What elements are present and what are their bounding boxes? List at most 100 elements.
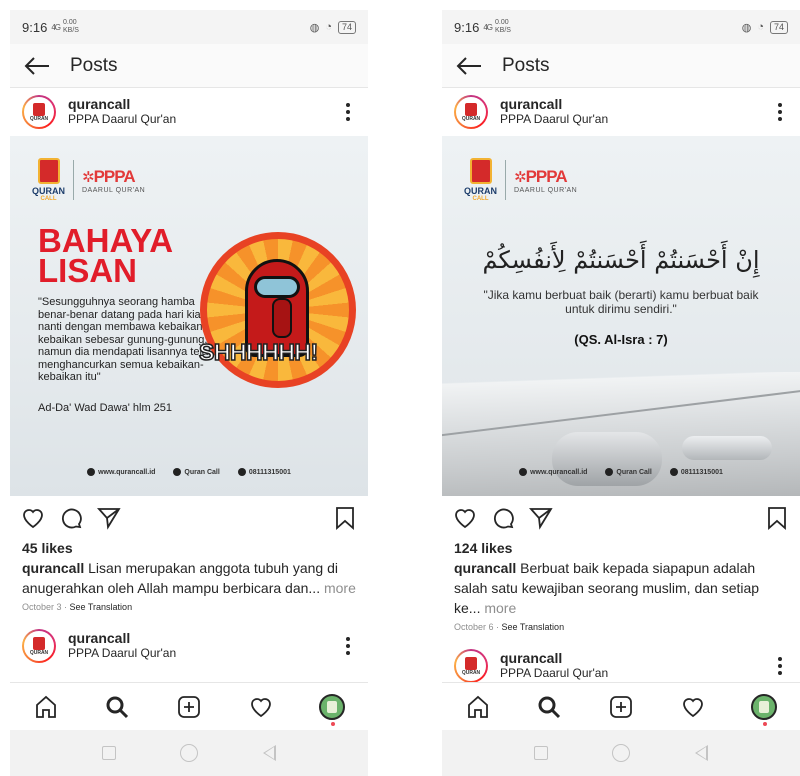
brand-logos: QURAN CALL ✲PPPA DAARUL QUR'AN	[464, 158, 577, 202]
next-post-header: QURAN qurancall PPPA Daarul Qur'an	[10, 622, 368, 670]
home-circle-icon[interactable]	[612, 744, 631, 762]
system-nav-bar	[442, 730, 800, 776]
back-arrow-icon[interactable]	[456, 56, 482, 76]
post-location[interactable]: PPPA Daarul Qur'an	[68, 112, 176, 127]
back-triangle-icon[interactable]	[694, 745, 708, 761]
home-circle-icon[interactable]	[180, 744, 199, 762]
share-icon[interactable]	[528, 505, 554, 531]
recent-apps-icon[interactable]	[534, 746, 549, 760]
search-icon[interactable]	[104, 694, 130, 720]
home-icon[interactable]	[465, 694, 491, 720]
new-post-icon[interactable]	[608, 694, 634, 720]
heart-icon[interactable]	[452, 505, 478, 531]
post-username[interactable]: qurancall	[500, 651, 608, 666]
quote-source: Ad-Da' Wad Dawa' hlm 251	[38, 402, 173, 414]
search-icon[interactable]	[536, 694, 562, 720]
avatar[interactable]: QURAN	[454, 95, 488, 129]
post-caption: qurancall Lisan merupakan anggota tubuh …	[22, 560, 356, 596]
system-nav-bar	[10, 730, 368, 776]
pppa-logo: ✲PPPA	[82, 166, 136, 186]
post-actions	[442, 496, 800, 540]
more-dots-icon[interactable]	[772, 653, 788, 679]
vibrate-icon: ◍	[741, 21, 752, 34]
status-right: ◍ ◔ 74	[309, 20, 356, 34]
post-date: October 3	[22, 602, 62, 612]
likes-count[interactable]: 124 likes	[442, 540, 800, 556]
bookmark-icon[interactable]	[764, 505, 790, 531]
signal-icon: 4G	[51, 22, 61, 32]
likes-count[interactable]: 45 likes	[10, 540, 368, 556]
activity-icon[interactable]	[248, 694, 274, 720]
headline: BAHAYA LISAN	[38, 222, 174, 289]
shh-badge: SHHHHHH!	[198, 232, 356, 388]
book-icon	[33, 636, 45, 650]
battery-icon: 74	[769, 20, 788, 34]
arabic-verse: إِنْ أَحْسَنتُمْ أَحْسَنتُمْ لِأَنفُسِكُ…	[482, 246, 760, 274]
post-actions	[10, 496, 368, 540]
avatar[interactable]: QURAN	[22, 629, 56, 663]
more-link[interactable]: more	[320, 580, 356, 596]
activity-icon[interactable]	[680, 694, 706, 720]
airplane-wing-illustration	[442, 372, 800, 496]
bottom-nav	[442, 682, 800, 730]
post-username[interactable]: qurancall	[68, 631, 176, 646]
avatar[interactable]: QURAN	[454, 649, 488, 683]
see-translation-link[interactable]: See Translation	[502, 622, 565, 632]
top-bar: Posts	[442, 44, 800, 88]
post-caption: qurancall Berbuat baik kepada siapapun a…	[454, 560, 760, 616]
avatar[interactable]: QURAN	[22, 95, 56, 129]
book-icon	[465, 656, 477, 670]
more-dots-icon[interactable]	[340, 633, 356, 659]
recent-apps-icon[interactable]	[102, 746, 117, 760]
status-time: 9:16	[22, 19, 48, 35]
page-title: Posts	[70, 54, 118, 76]
new-post-icon[interactable]	[176, 694, 202, 720]
post-header: QURAN qurancall PPPA Daarul Qur'an	[442, 88, 800, 136]
post-location[interactable]: PPPA Daarul Qur'an	[68, 646, 176, 661]
post-meta: October 6 · See Translation	[454, 622, 565, 632]
alarm-icon: ◔	[757, 21, 764, 33]
post-meta: October 3 · See Translation	[22, 602, 133, 612]
post-username[interactable]: qurancall	[500, 97, 608, 112]
pppa-logo: ✲PPPA	[514, 166, 568, 186]
post-username[interactable]: qurancall	[68, 97, 176, 112]
whatsapp-icon	[237, 468, 246, 476]
heart-icon[interactable]	[20, 505, 46, 531]
back-arrow-icon[interactable]	[24, 56, 50, 76]
top-bar: Posts	[10, 44, 368, 88]
back-triangle-icon[interactable]	[262, 745, 276, 761]
quran-call-logo	[37, 158, 60, 184]
home-icon[interactable]	[33, 694, 59, 720]
status-bar: 9:16 4G 0.00 KB/S ◍ ◔ 74	[10, 10, 368, 44]
post-location[interactable]: PPPA Daarul Qur'an	[500, 666, 608, 681]
profile-avatar[interactable]	[751, 693, 778, 726]
badge-text: SHHHHHH!	[198, 338, 319, 366]
profile-avatar[interactable]	[319, 693, 346, 726]
more-dots-icon[interactable]	[340, 99, 356, 125]
status-right: ◍ ◔ 74	[741, 20, 788, 34]
see-translation-link[interactable]: See Translation	[70, 602, 133, 612]
vibrate-icon: ◍	[309, 21, 320, 34]
network-speed: 0.00 KB/S	[62, 19, 79, 34]
post-image[interactable]: QURAN CALL ✲PPPA DAARUL QUR'AN إِنْ أَحْسَ…	[442, 136, 800, 496]
quote-source: (QS. Al-Isra : 7)	[574, 332, 668, 347]
phone-screen-right: 9:16 4G 0.00 KB/S ◍ ◔ 74 Posts QURAN qura…	[442, 10, 800, 776]
battery-icon: 74	[337, 20, 356, 34]
comment-icon[interactable]	[490, 505, 516, 531]
globe-icon	[519, 468, 528, 476]
post-image[interactable]: QURAN CALL ✲PPPA DAARUL QUR'AN BAHAYA LISAN…	[10, 136, 368, 496]
status-bar: 9:16 4G 0.00 KB/S ◍ ◔ 74	[442, 10, 800, 44]
post-location[interactable]: PPPA Daarul Qur'an	[500, 112, 608, 127]
bookmark-icon[interactable]	[332, 505, 358, 531]
more-link[interactable]: more	[480, 600, 516, 616]
page-title: Posts	[502, 54, 550, 76]
whatsapp-icon	[669, 468, 678, 476]
brand-logos: QURAN CALL ✲PPPA DAARUL QUR'AN	[32, 158, 145, 202]
signal-icon: 4G	[483, 22, 493, 32]
post-date: October 6	[454, 622, 494, 632]
book-icon	[465, 102, 477, 116]
more-dots-icon[interactable]	[772, 99, 788, 125]
comment-icon[interactable]	[58, 505, 84, 531]
share-icon[interactable]	[96, 505, 122, 531]
quran-call-logo	[469, 158, 492, 184]
